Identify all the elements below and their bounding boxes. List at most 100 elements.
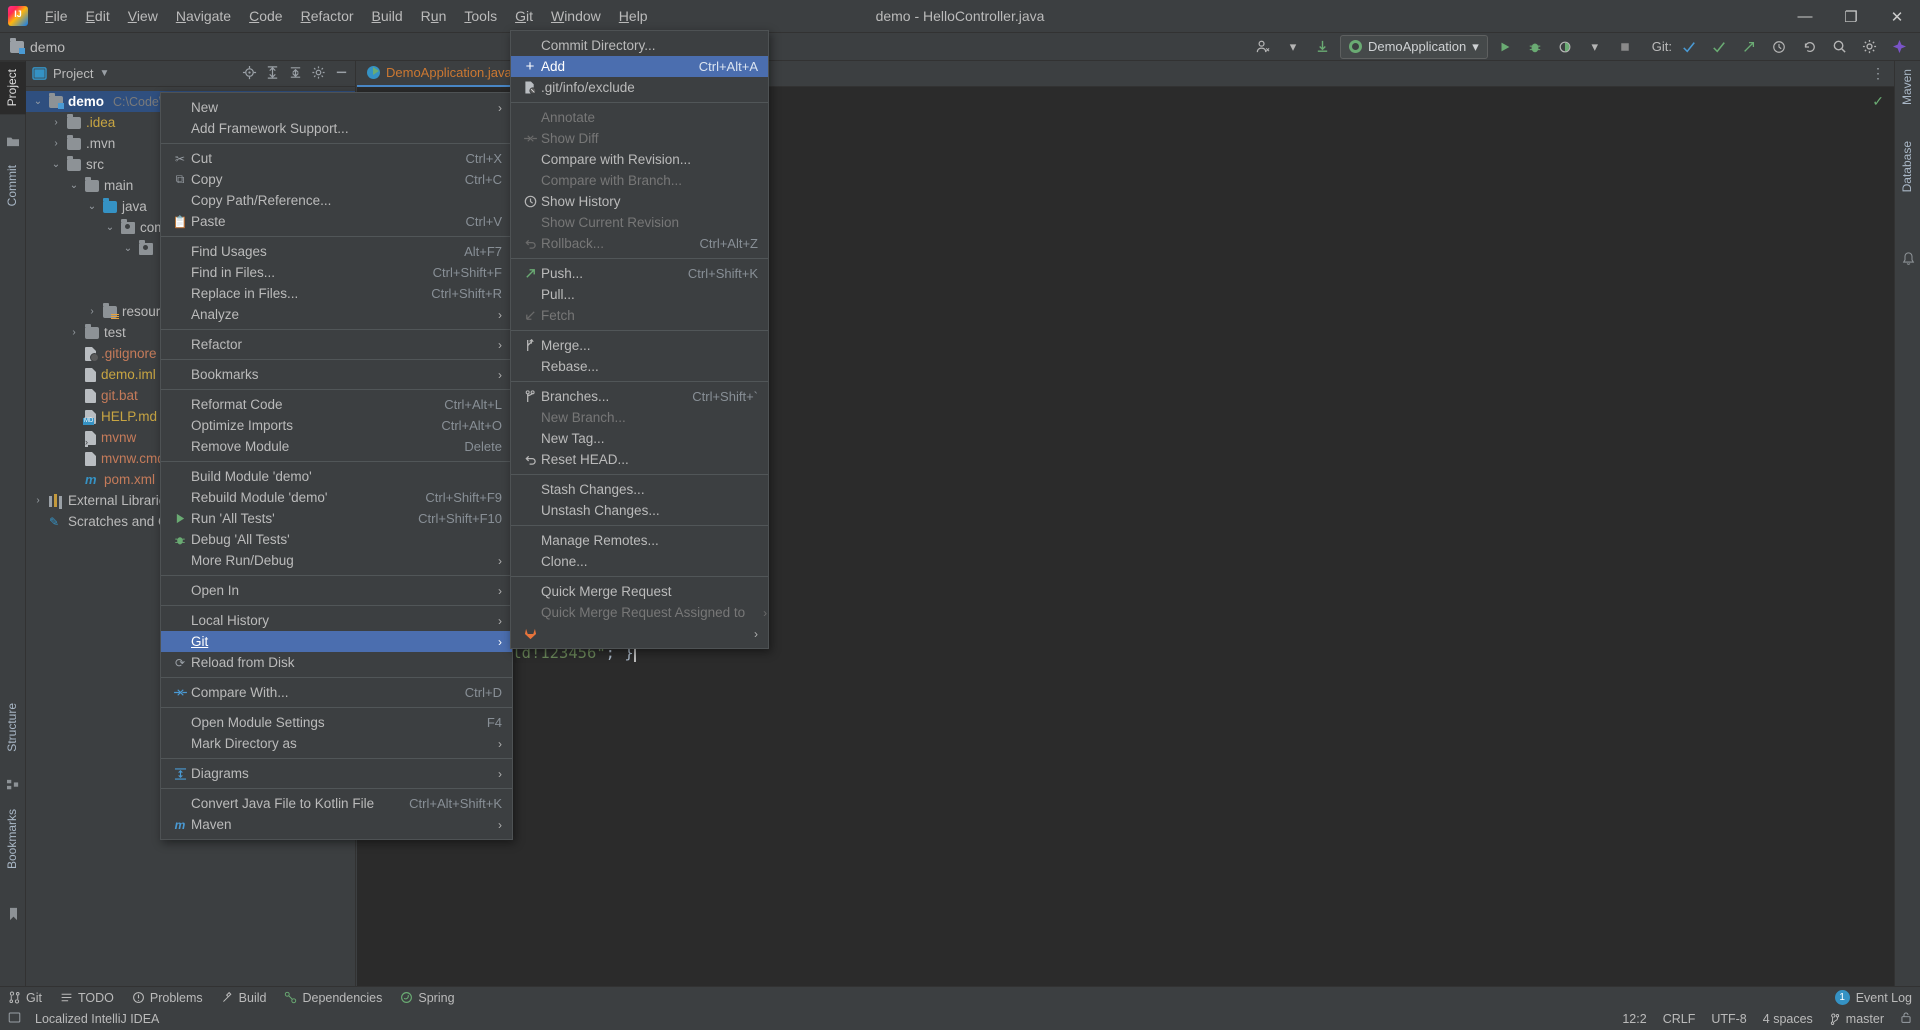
menu-item-more-run-debug[interactable]: More Run/Debug › (161, 550, 512, 571)
structure-strip-icon[interactable] (5, 777, 21, 793)
menu-run[interactable]: Run (412, 4, 456, 28)
chevron-down-icon[interactable]: ▾ (1582, 35, 1608, 59)
menu-item-mark-directory-as[interactable]: Mark Directory as › (161, 733, 512, 754)
menu-item-copy-path-reference[interactable]: Copy Path/Reference... (161, 190, 512, 211)
breadcrumb[interactable]: demo (10, 37, 65, 55)
breadcrumb-project[interactable]: demo (30, 39, 65, 55)
menu-tools[interactable]: Tools (455, 4, 506, 28)
ai-assistant-icon[interactable] (1886, 35, 1912, 59)
git-menu-item-manage-remotes[interactable]: Manage Remotes... (511, 530, 768, 551)
more-options-icon[interactable]: ⋮ (1871, 65, 1886, 82)
debug-button[interactable] (1522, 35, 1548, 59)
git-menu-item-git-lab[interactable]: › (511, 623, 768, 644)
unlocked-icon[interactable] (1900, 1011, 1912, 1027)
git-menu-item-reset-head[interactable]: Reset HEAD... (511, 449, 768, 470)
branch-indicator[interactable]: master (1829, 1012, 1884, 1026)
editor-tab-demoapplication[interactable]: DemoApplication.java (357, 61, 522, 87)
git-menu-item-show-history[interactable]: Show History (511, 191, 768, 212)
git-menu-item-push[interactable]: Push... Ctrl+Shift+K (511, 263, 768, 284)
menu-code[interactable]: Code (240, 4, 291, 28)
event-log-area[interactable]: 1 Event Log (1834, 990, 1912, 1005)
menu-item-local-history[interactable]: Local History › (161, 610, 512, 631)
history-icon[interactable] (1766, 35, 1792, 59)
menu-item-rebuild-module[interactable]: Rebuild Module 'demo' Ctrl+Shift+F9 (161, 487, 512, 508)
chevron-down-icon[interactable]: ▾ (1280, 35, 1306, 59)
menu-item-add-framework-support[interactable]: Add Framework Support... (161, 118, 512, 139)
sidebar-item-project[interactable]: Project (0, 61, 26, 115)
chevron-right-icon[interactable]: › (50, 138, 62, 149)
menu-build[interactable]: Build (363, 4, 412, 28)
close-button[interactable]: ✕ (1874, 0, 1920, 33)
push-icon[interactable] (1736, 35, 1762, 59)
bottom-item-spring[interactable]: Spring (400, 991, 455, 1005)
menu-window[interactable]: Window (542, 4, 610, 28)
hide-icon[interactable] (334, 65, 349, 83)
git-menu-item-clone[interactable]: Clone... (511, 551, 768, 572)
update-project-icon[interactable] (1310, 35, 1336, 59)
menu-item-run-all-tests[interactable]: Run 'All Tests' Ctrl+Shift+F10 (161, 508, 512, 529)
menu-item-remove-module[interactable]: Remove Module Delete (161, 436, 512, 457)
menu-item-convert-java-to-kotlin[interactable]: Convert Java File to Kotlin File Ctrl+Alt… (161, 793, 512, 814)
search-everywhere-icon[interactable] (1826, 35, 1852, 59)
indent-setting[interactable]: 4 spaces (1763, 1012, 1813, 1026)
caret-position[interactable]: 12:2 (1622, 1012, 1646, 1026)
menu-item-copy[interactable]: ⧉ Copy Ctrl+C (161, 169, 512, 190)
menu-item-replace-in-files[interactable]: Replace in Files... Ctrl+Shift+R (161, 283, 512, 304)
menu-item-find-usages[interactable]: Find Usages Alt+F7 (161, 241, 512, 262)
chevron-down-icon[interactable]: ⌄ (50, 159, 62, 170)
collapse-all-icon[interactable] (288, 65, 303, 83)
menu-item-reformat-code[interactable]: Reformat Code Ctrl+Alt+L (161, 394, 512, 415)
bottom-item-problems[interactable]: Problems (132, 991, 203, 1005)
folder-strip-icon[interactable] (5, 133, 21, 149)
menu-item-new[interactable]: New › (161, 97, 512, 118)
bottom-item-dependencies[interactable]: Dependencies (284, 991, 382, 1005)
menu-item-open-module-settings[interactable]: Open Module Settings F4 (161, 712, 512, 733)
maximize-button[interactable]: ❐ (1828, 0, 1874, 33)
chevron-down-icon[interactable]: ⌄ (68, 180, 80, 191)
sidebar-item-structure[interactable]: Structure (0, 695, 26, 760)
menu-item-analyze[interactable]: Analyze › (161, 304, 512, 325)
menu-item-git[interactable]: Git › (161, 631, 512, 652)
expand-all-icon[interactable] (265, 65, 280, 83)
git-menu-item-pull[interactable]: Pull... (511, 284, 768, 305)
run-configuration-selector[interactable]: DemoApplication ▾ (1339, 34, 1488, 59)
line-separator[interactable]: CRLF (1663, 1012, 1696, 1026)
gear-icon[interactable] (311, 65, 326, 83)
user-icon[interactable] (1250, 35, 1276, 59)
chevron-right-icon[interactable]: › (68, 327, 80, 338)
menu-item-reload-from-disk[interactable]: ⟳ Reload from Disk (161, 652, 512, 673)
menu-item-cut[interactable]: ✂ Cut Ctrl+X (161, 148, 512, 169)
menu-refactor[interactable]: Refactor (292, 4, 363, 28)
rollback-icon[interactable] (1796, 35, 1822, 59)
file-encoding[interactable]: UTF-8 (1711, 1012, 1746, 1026)
git-menu-item-stash-changes[interactable]: Stash Changes... (511, 479, 768, 500)
chevron-right-icon[interactable]: › (32, 495, 44, 506)
sidebar-item-bookmarks[interactable]: Bookmarks (0, 801, 26, 877)
window-controls[interactable]: — ❐ ✕ (1782, 0, 1920, 33)
event-log-label[interactable]: Event Log (1856, 991, 1912, 1005)
chevron-right-icon[interactable]: › (86, 306, 98, 317)
git-menu-item-quick-merge-request[interactable]: Quick Merge Request (511, 581, 768, 602)
menu-item-open-in[interactable]: Open In › (161, 580, 512, 601)
git-menu-item-merge[interactable]: Merge... (511, 335, 768, 356)
menu-item-paste[interactable]: 📋 Paste Ctrl+V (161, 211, 512, 232)
chevron-down-icon[interactable]: ⌄ (86, 201, 98, 212)
menu-navigate[interactable]: Navigate (167, 4, 240, 28)
menu-view[interactable]: View (119, 4, 167, 28)
chevron-down-icon[interactable]: ▼ (99, 68, 109, 79)
git-menu-item-new-tag[interactable]: New Tag... (511, 428, 768, 449)
menu-edit[interactable]: Edit (77, 4, 119, 28)
menu-item-maven[interactable]: m Maven › (161, 814, 512, 835)
gear-icon[interactable] (1856, 35, 1882, 59)
bottom-item-git[interactable]: Git (8, 991, 42, 1005)
commit-check-icon[interactable] (1706, 35, 1732, 59)
menu-item-build-module[interactable]: Build Module 'demo' (161, 466, 512, 487)
menu-item-refactor[interactable]: Refactor › (161, 334, 512, 355)
git-menu-item-commit-directory[interactable]: Commit Directory... (511, 35, 768, 56)
git-menu-item-git-info-exclude[interactable]: .git/info/exclude (511, 77, 768, 98)
menu-item-compare-with[interactable]: Compare With... Ctrl+D (161, 682, 512, 703)
sidebar-item-commit[interactable]: Commit (0, 157, 26, 214)
sidebar-item-maven[interactable]: Maven (1895, 61, 1920, 113)
menu-item-diagrams[interactable]: Diagrams › (161, 763, 512, 784)
git-menu-item-rebase[interactable]: Rebase... (511, 356, 768, 377)
